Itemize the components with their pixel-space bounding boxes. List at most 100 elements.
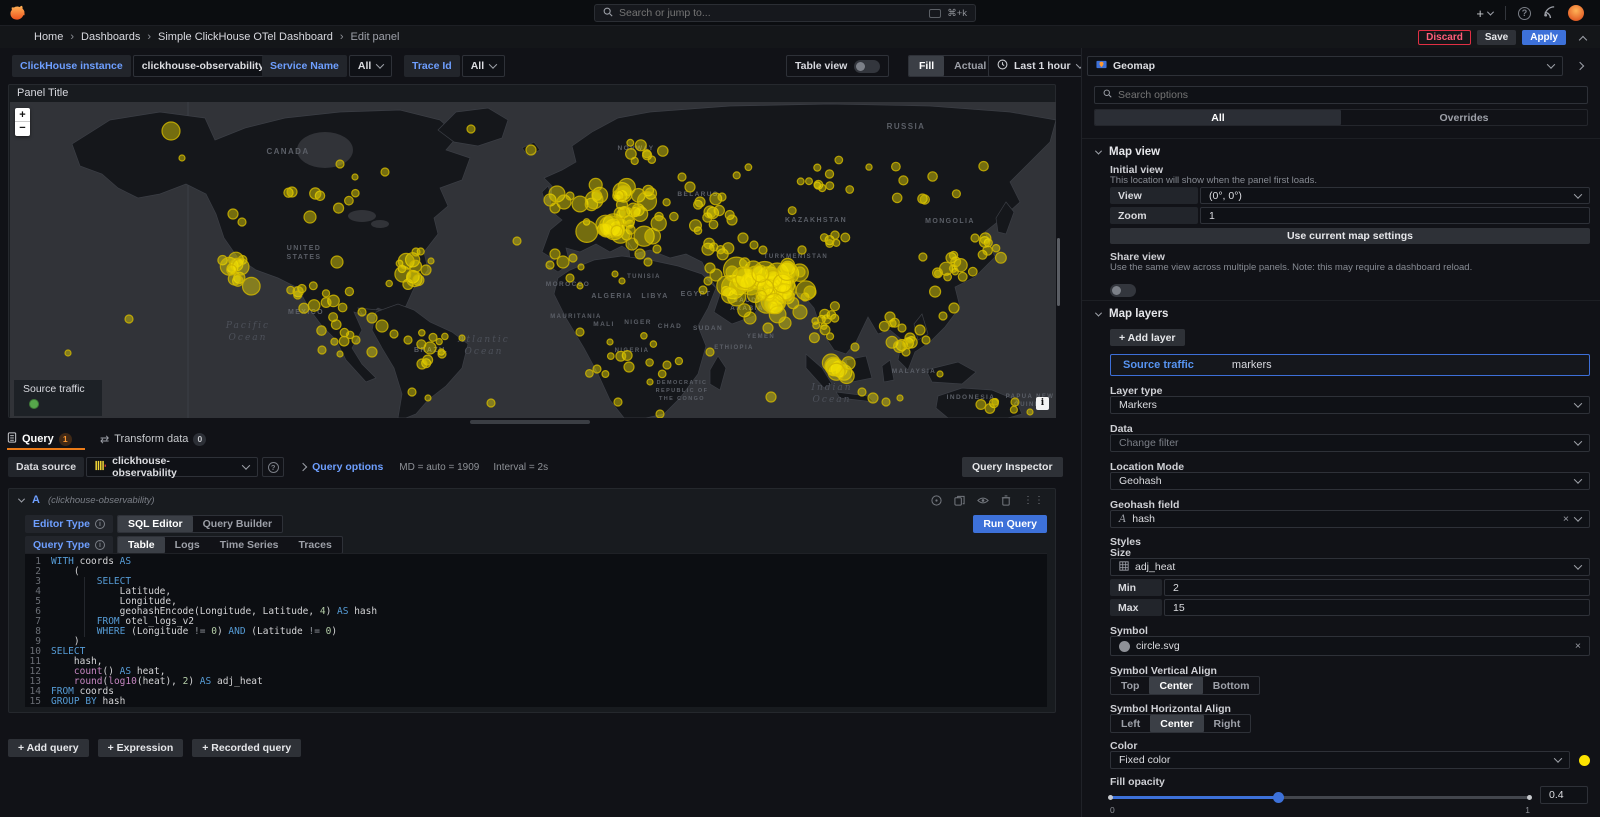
breadcrumb-home[interactable]: Home: [34, 31, 63, 43]
query-inspector-button[interactable]: Query Inspector: [962, 457, 1063, 477]
layer-type-select[interactable]: Markers: [1110, 396, 1590, 414]
datasource-help-button[interactable]: ?: [262, 457, 284, 477]
query-options-chevron-icon[interactable]: [299, 463, 307, 471]
query-builder-option[interactable]: Query Builder: [193, 516, 282, 532]
valign-top[interactable]: Top: [1111, 677, 1149, 694]
map-marker: [566, 274, 574, 282]
hide-query-icon[interactable]: [977, 495, 989, 506]
transform-data-tab[interactable]: ⇄ Transform data 0: [100, 430, 206, 448]
add-layer-button[interactable]: + Add layer: [1110, 329, 1185, 346]
valign-center[interactable]: Center: [1149, 677, 1202, 694]
delete-query-icon[interactable]: [1001, 495, 1011, 506]
sql-line[interactable]: 13 round(log10(heat), 2) AS adj_heat: [25, 677, 1047, 687]
query-row-header[interactable]: A (clickhouse-observability) ⋮⋮: [9, 489, 1055, 511]
breadcrumb-dashboards[interactable]: Dashboards: [81, 31, 140, 43]
color-swatch[interactable]: [1579, 755, 1590, 766]
size-field-select[interactable]: adj_heat: [1110, 558, 1590, 576]
options-search[interactable]: [1094, 86, 1588, 104]
valign-bottom[interactable]: Bottom: [1203, 677, 1260, 694]
share-view-toggle[interactable]: [1110, 284, 1136, 297]
use-current-map-settings-button[interactable]: Use current map settings: [1110, 228, 1590, 244]
geohash-field-select[interactable]: A hash ×: [1110, 510, 1590, 528]
query-tab[interactable]: Query 1: [7, 430, 72, 448]
options-tab-all[interactable]: All: [1095, 110, 1341, 125]
data-select[interactable]: Change filter: [1110, 434, 1590, 452]
view-select[interactable]: (0°, 0°): [1200, 187, 1590, 204]
sql-line[interactable]: 8 WHERE (Longitude != 0) AND (Latitude !…: [25, 627, 1047, 637]
avatar[interactable]: [1568, 5, 1584, 21]
duplicate-query-icon[interactable]: [954, 495, 965, 506]
geomap-canvas[interactable]: RUSSIACANADAUNITEDSTATESMEXICOBRAZILKAZA…: [10, 102, 1056, 418]
save-button[interactable]: Save: [1477, 30, 1516, 45]
sql-line[interactable]: 14FROM coords: [25, 687, 1047, 697]
query-type-table[interactable]: Table: [118, 537, 165, 553]
global-search[interactable]: ⌘+k: [594, 4, 976, 22]
add-recorded-query-button[interactable]: + Recorded query: [192, 739, 301, 757]
color-select[interactable]: Fixed color: [1110, 751, 1570, 769]
map-attribution-button[interactable]: i: [1036, 397, 1049, 410]
drag-handle-icon[interactable]: ⋮⋮: [1023, 495, 1045, 506]
collapse-header-icon[interactable]: [1579, 35, 1587, 43]
sql-line[interactable]: 2 (: [25, 567, 1047, 577]
search-input[interactable]: [619, 7, 923, 19]
min-input[interactable]: 2: [1164, 579, 1590, 596]
slider-handle[interactable]: [1273, 792, 1284, 803]
sql-line[interactable]: 3 SELECT: [25, 577, 1047, 587]
fill-option[interactable]: Fill: [909, 56, 944, 76]
clear-icon[interactable]: ×: [1563, 513, 1569, 525]
layer-row[interactable]: Source traffic markers: [1110, 354, 1590, 376]
location-mode-select[interactable]: Geohash: [1110, 472, 1590, 490]
sql-editor-option[interactable]: SQL Editor: [118, 516, 193, 532]
symbol-select[interactable]: circle.svg ×: [1110, 636, 1590, 656]
query-options-link[interactable]: Query options: [312, 461, 383, 473]
add-query-button[interactable]: + Add query: [8, 739, 89, 757]
apply-button[interactable]: Apply: [1522, 30, 1566, 45]
halign-center[interactable]: Center: [1150, 715, 1203, 732]
halign-left[interactable]: Left: [1111, 715, 1150, 732]
halign-right[interactable]: Right: [1204, 715, 1251, 732]
query-type-logs[interactable]: Logs: [165, 537, 210, 553]
zoom-input[interactable]: 1: [1200, 207, 1590, 224]
scrollbar-thumb[interactable]: [1057, 238, 1060, 306]
sql-line[interactable]: 11 hash,: [25, 657, 1047, 667]
query-type-traces[interactable]: Traces: [289, 537, 342, 553]
sql-line[interactable]: 10SELECT: [25, 647, 1047, 657]
sql-line[interactable]: 15GROUP BY hash: [25, 697, 1047, 707]
new-menu-button[interactable]: +: [1476, 6, 1493, 21]
filter-service-name-select[interactable]: All: [349, 55, 392, 77]
options-tab-overrides[interactable]: Overrides: [1341, 110, 1587, 125]
run-query-button[interactable]: Run Query: [973, 515, 1047, 533]
map-label: REPUBLIC OF: [656, 388, 709, 394]
news-icon[interactable]: [1543, 5, 1556, 21]
collapse-options-icon[interactable]: [1576, 62, 1584, 70]
map-marker: [897, 395, 903, 401]
layer-name[interactable]: Source traffic: [1123, 359, 1194, 371]
map-label: CANADA: [266, 147, 309, 156]
table-view-toggle[interactable]: [854, 60, 880, 73]
clear-icon[interactable]: ×: [1575, 640, 1581, 652]
sql-line[interactable]: 4 Latitude,: [25, 587, 1047, 597]
max-input[interactable]: 15: [1164, 599, 1590, 616]
fill-opacity-slider[interactable]: 0 1: [1110, 792, 1530, 803]
map-zoom-in-button[interactable]: +: [15, 108, 30, 122]
filter-trace-id-select[interactable]: All: [462, 55, 505, 77]
map-layers-section-header[interactable]: Map layers: [1096, 308, 1168, 320]
sql-line[interactable]: 9 ): [25, 637, 1047, 647]
add-expression-button[interactable]: + Expression: [98, 739, 184, 757]
time-range-picker[interactable]: Last 1 hour: [988, 55, 1092, 77]
sql-line[interactable]: 1WITH coords AS: [25, 557, 1047, 567]
breadcrumb-dashboard-name[interactable]: Simple ClickHouse OTel Dashboard: [158, 31, 333, 43]
pane-splitter-handle[interactable]: [470, 420, 590, 424]
map-zoom-out-button[interactable]: −: [15, 122, 30, 136]
map-view-section-header[interactable]: Map view: [1096, 146, 1160, 158]
panel-type-select[interactable]: Geomap: [1087, 56, 1563, 76]
fill-opacity-input[interactable]: 0.4: [1540, 786, 1588, 804]
options-search-input[interactable]: [1118, 89, 1579, 101]
query-help-icon[interactable]: [931, 495, 942, 506]
discard-button[interactable]: Discard: [1418, 30, 1471, 45]
help-icon[interactable]: ?: [1518, 7, 1531, 20]
query-type-timeseries[interactable]: Time Series: [210, 537, 289, 553]
datasource-select[interactable]: clickhouse-observability: [86, 457, 258, 477]
grafana-logo[interactable]: [8, 3, 27, 22]
sql-editor[interactable]: 1WITH coords AS2 (3 SELECT4 Latitude,5 L…: [25, 553, 1047, 707]
